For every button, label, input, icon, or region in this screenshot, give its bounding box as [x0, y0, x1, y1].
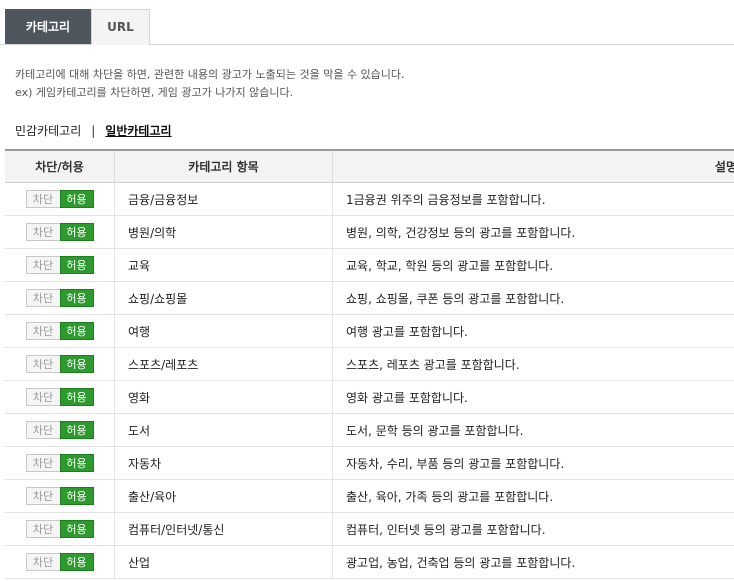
- category-description: 여행 광고를 포함합니다.: [332, 314, 734, 348]
- block-button[interactable]: 차단: [25, 322, 60, 340]
- category-description: 컴퓨터, 인터넷 등의 광고를 포함합니다.: [332, 512, 734, 546]
- allow-button[interactable]: 허용: [59, 190, 94, 208]
- table-row: 차단 허용 스포츠/레포츠 스포츠, 레포츠 광고를 포함합니다.: [5, 347, 734, 381]
- category-description: 자동차, 수리, 부품 등의 광고를 포함합니다.: [332, 446, 734, 480]
- category-name: 스포츠/레포츠: [114, 347, 333, 381]
- table-row: 차단 허용 병원/의학 병원, 의학, 건강정보 등의 광고를 포함합니다.: [5, 215, 734, 249]
- table-row: 차단 허용 쇼핑/쇼핑몰 쇼핑, 쇼핑몰, 쿠폰 등의 광고를 포함합니다.: [5, 281, 734, 315]
- table-row: 차단 허용 자동차 자동차, 수리, 부품 등의 광고를 포함합니다.: [5, 446, 734, 480]
- toggle-cell: 차단 허용: [5, 512, 115, 546]
- category-name: 자동차: [114, 446, 333, 480]
- block-button[interactable]: 차단: [25, 355, 60, 373]
- allow-button[interactable]: 허용: [59, 256, 94, 274]
- table-row: 차단 허용 컴퓨터/인터넷/통신 컴퓨터, 인터넷 등의 광고를 포함합니다.: [5, 512, 734, 546]
- category-name: 산업: [114, 545, 333, 579]
- block-allow-toggle[interactable]: 차단 허용: [25, 553, 94, 571]
- category-name: 여행: [114, 314, 333, 348]
- table-header-row: 차단/허용 카테고리 항목 설명: [5, 149, 734, 183]
- category-description: 영화 광고를 포함합니다.: [332, 380, 734, 414]
- block-allow-toggle[interactable]: 차단 허용: [25, 454, 94, 472]
- header-category: 카테고리 항목: [114, 149, 333, 183]
- category-name: 컴퓨터/인터넷/통신: [114, 512, 333, 546]
- tab-bar: 카테고리 URL: [0, 0, 734, 45]
- allow-button[interactable]: 허용: [59, 421, 94, 439]
- allow-button[interactable]: 허용: [59, 322, 94, 340]
- category-name: 도서: [114, 413, 333, 447]
- block-allow-toggle[interactable]: 차단 허용: [25, 355, 94, 373]
- toggle-cell: 차단 허용: [5, 182, 115, 216]
- category-name: 병원/의학: [114, 215, 333, 249]
- category-separator: |: [91, 124, 96, 138]
- toggle-cell: 차단 허용: [5, 545, 115, 579]
- block-allow-toggle[interactable]: 차단 허용: [25, 223, 94, 241]
- block-allow-toggle[interactable]: 차단 허용: [25, 421, 94, 439]
- header-description: 설명: [332, 149, 734, 183]
- block-allow-toggle[interactable]: 차단 허용: [25, 487, 94, 505]
- toggle-cell: 차단 허용: [5, 347, 115, 381]
- block-allow-toggle[interactable]: 차단 허용: [25, 289, 94, 307]
- category-description: 도서, 문학 등의 광고를 포함합니다.: [332, 413, 734, 447]
- table-row: 차단 허용 영화 영화 광고를 포함합니다.: [5, 380, 734, 414]
- block-button[interactable]: 차단: [25, 520, 60, 538]
- category-table: 차단/허용 카테고리 항목 설명 차단 허용 금융/금융정보 1금융권 위주의 금융정…: [5, 149, 734, 579]
- tab-category[interactable]: 카테고리: [5, 9, 91, 44]
- category-name: 출산/육아: [114, 479, 333, 513]
- table-row: 차단 허용 금융/금융정보 1금융권 위주의 금융정보를 포함합니다.: [5, 182, 734, 216]
- toggle-cell: 차단 허용: [5, 446, 115, 480]
- block-allow-toggle[interactable]: 차단 허용: [25, 190, 94, 208]
- allow-button[interactable]: 허용: [59, 289, 94, 307]
- block-button[interactable]: 차단: [25, 553, 60, 571]
- allow-button[interactable]: 허용: [59, 355, 94, 373]
- description-line-1: 카테고리에 대해 차단을 하면, 관련한 내용의 광고가 노출되는 것을 막을 …: [15, 68, 405, 81]
- category-description: 1금융권 위주의 금융정보를 포함합니다.: [332, 182, 734, 216]
- allow-button[interactable]: 허용: [59, 553, 94, 571]
- table-row: 차단 허용 산업 광고업, 농업, 건축업 등의 광고를 포함합니다.: [5, 545, 734, 579]
- category-description: 병원, 의학, 건강정보 등의 광고를 포함합니다.: [332, 215, 734, 249]
- table-row: 차단 허용 도서 도서, 문학 등의 광고를 포함합니다.: [5, 413, 734, 447]
- toggle-cell: 차단 허용: [5, 215, 115, 249]
- category-name: 영화: [114, 380, 333, 414]
- block-button[interactable]: 차단: [25, 454, 60, 472]
- toggle-cell: 차단 허용: [5, 413, 115, 447]
- header-block-allow: 차단/허용: [5, 149, 115, 183]
- block-allow-toggle[interactable]: 차단 허용: [25, 256, 94, 274]
- allow-button[interactable]: 허용: [59, 223, 94, 241]
- block-allow-toggle[interactable]: 차단 허용: [25, 520, 94, 538]
- block-allow-toggle[interactable]: 차단 허용: [25, 322, 94, 340]
- allow-button[interactable]: 허용: [59, 487, 94, 505]
- category-name: 쇼핑/쇼핑몰: [114, 281, 333, 315]
- general-category-link[interactable]: 일반카테고리: [105, 124, 171, 138]
- table-row: 차단 허용 여행 여행 광고를 포함합니다.: [5, 314, 734, 348]
- category-description: 교육, 학교, 학원 등의 광고를 포함합니다.: [332, 248, 734, 282]
- tab-url[interactable]: URL: [91, 9, 150, 45]
- category-description: 출산, 육아, 가족 등의 광고를 포함합니다.: [332, 479, 734, 513]
- toggle-cell: 차단 허용: [5, 248, 115, 282]
- block-button[interactable]: 차단: [25, 289, 60, 307]
- block-button[interactable]: 차단: [25, 388, 60, 406]
- block-button[interactable]: 차단: [25, 256, 60, 274]
- category-name: 교육: [114, 248, 333, 282]
- toggle-cell: 차단 허용: [5, 380, 115, 414]
- table-row: 차단 허용 교육 교육, 학교, 학원 등의 광고를 포함합니다.: [5, 248, 734, 282]
- category-name: 금융/금융정보: [114, 182, 333, 216]
- toggle-cell: 차단 허용: [5, 281, 115, 315]
- category-description: 스포츠, 레포츠 광고를 포함합니다.: [332, 347, 734, 381]
- allow-button[interactable]: 허용: [59, 520, 94, 538]
- table-row: 차단 허용 출산/육아 출산, 육아, 가족 등의 광고를 포함합니다.: [5, 479, 734, 513]
- block-button[interactable]: 차단: [25, 190, 60, 208]
- sensitive-category-link[interactable]: 민감카테고리: [15, 124, 81, 138]
- block-button[interactable]: 차단: [25, 487, 60, 505]
- block-button[interactable]: 차단: [25, 223, 60, 241]
- block-allow-toggle[interactable]: 차단 허용: [25, 388, 94, 406]
- category-type-switch: 민감카테고리 | 일반카테고리: [15, 122, 172, 139]
- description-line-2: ex) 게임카테고리를 차단하면, 게임 광고가 나가지 않습니다.: [15, 86, 294, 99]
- toggle-cell: 차단 허용: [5, 479, 115, 513]
- allow-button[interactable]: 허용: [59, 388, 94, 406]
- block-button[interactable]: 차단: [25, 421, 60, 439]
- allow-button[interactable]: 허용: [59, 454, 94, 472]
- toggle-cell: 차단 허용: [5, 314, 115, 348]
- category-description: 쇼핑, 쇼핑몰, 쿠폰 등의 광고를 포함합니다.: [332, 281, 734, 315]
- category-description: 광고업, 농업, 건축업 등의 광고를 포함합니다.: [332, 545, 734, 579]
